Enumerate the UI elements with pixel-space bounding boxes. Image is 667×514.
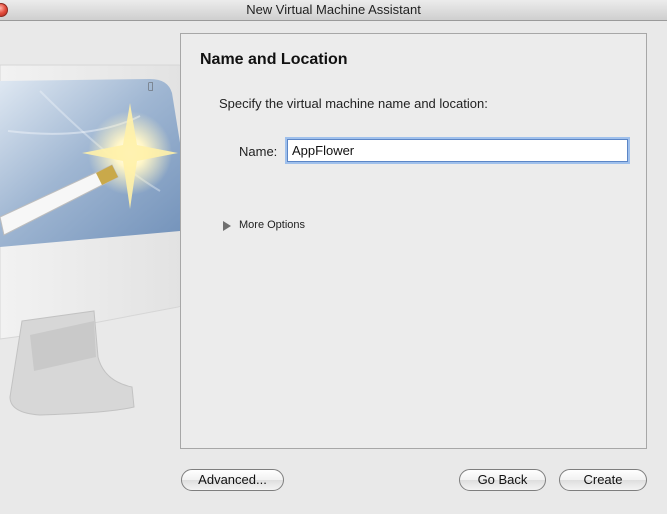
disclosure-triangle-icon[interactable]: [223, 221, 231, 231]
create-button[interactable]: Create: [559, 469, 647, 491]
more-options-label[interactable]: More Options: [239, 219, 305, 231]
title-bar[interactable]: New Virtual Machine Assistant: [0, 0, 667, 21]
svg-text:: : [148, 82, 153, 92]
advanced-button[interactable]: Advanced...: [181, 469, 284, 491]
go-back-button[interactable]: Go Back: [459, 469, 546, 491]
monitor-wand-illustration: : [0, 64, 197, 416]
name-field[interactable]: [287, 139, 628, 162]
page-title: Name and Location: [200, 51, 348, 68]
instruction-text: Specify the virtual machine name and loc…: [219, 96, 488, 111]
window-title: New Virtual Machine Assistant: [246, 2, 421, 17]
assistant-window: New Virtual Machine Assistant : [0, 0, 667, 514]
content-panel: Name and Location Specify the virtual ma…: [180, 33, 647, 449]
name-label: Name:: [239, 144, 278, 159]
